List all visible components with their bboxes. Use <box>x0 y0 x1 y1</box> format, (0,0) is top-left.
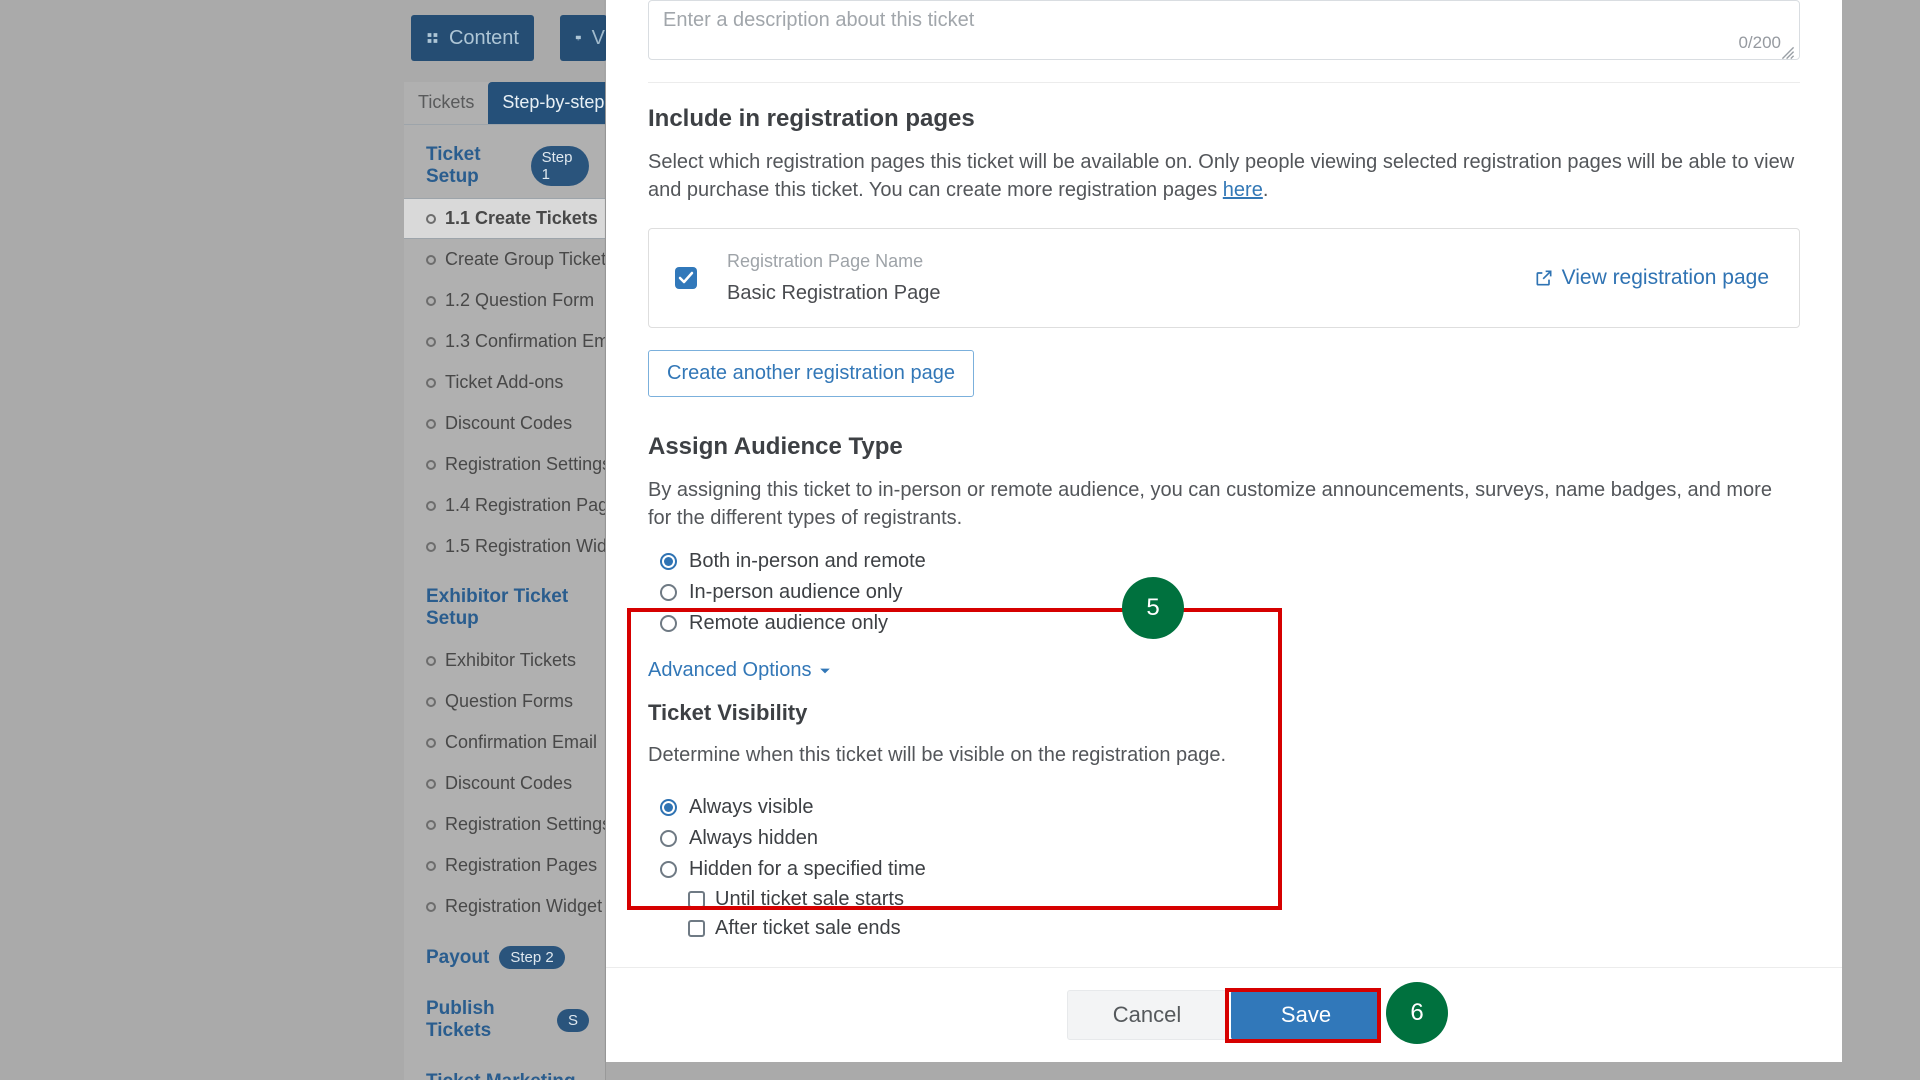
sidebar-item-ex-reg-settings[interactable]: Registration Settings <box>404 804 605 845</box>
sidebar-section-payout: Payout Step 2 <box>404 927 605 979</box>
registration-page-name: Basic Registration Page <box>727 282 1504 305</box>
step-badge-3: S <box>557 1009 589 1032</box>
audience-inperson[interactable]: In-person audience only <box>648 577 1800 608</box>
grid-icon <box>426 28 439 48</box>
include-heading: Include in registration pages <box>648 105 1800 133</box>
registration-page-checkbox[interactable] <box>675 267 697 289</box>
advanced-options-toggle[interactable]: Advanced Options <box>648 639 1800 700</box>
sidebar-section-publish: Publish Tickets S <box>404 979 605 1052</box>
caret-down-icon <box>819 665 831 677</box>
visibility-heading: Ticket Visibility <box>648 700 1800 726</box>
divider <box>648 82 1800 83</box>
sidebar-section-marketing: Ticket Marketing <box>404 1052 605 1080</box>
save-button[interactable]: Save <box>1231 990 1381 1040</box>
sidebar-item-registration-page[interactable]: 1.4 Registration Page <box>404 485 605 526</box>
create-another-registration-page-button[interactable]: Create another registration page <box>648 350 974 397</box>
sidebar-item-question-form[interactable]: 1.2 Question Form <box>404 280 605 321</box>
modal-footer: Cancel Save <box>606 967 1842 1062</box>
sidebar-item-discount-codes[interactable]: Discount Codes <box>404 403 605 444</box>
description-placeholder: Enter a description about this ticket <box>663 9 974 31</box>
assign-audience-description: By assigning this ticket to in-person or… <box>648 477 1774 532</box>
sidebar-item-ex-question-forms[interactable]: Question Forms <box>404 681 605 722</box>
desktop-icon <box>575 28 582 48</box>
assign-audience-heading: Assign Audience Type <box>648 433 1800 461</box>
visibility-hidden-time[interactable]: Hidden for a specified time <box>648 854 1800 885</box>
sidebar-item-exhibitor-tickets[interactable]: Exhibitor Tickets <box>404 640 605 681</box>
sidebar-item-registration-settings[interactable]: Registration Settings <box>404 444 605 485</box>
visibility-after-sale-ends[interactable]: After ticket sale ends <box>648 914 1800 943</box>
sidebar-item-group-tickets[interactable]: Create Group Tickets <box>404 239 605 280</box>
view-registration-page-link[interactable]: View registration page <box>1534 266 1769 290</box>
annotation-number-5: 5 <box>1122 577 1184 639</box>
sidebar-item-ex-discount[interactable]: Discount Codes <box>404 763 605 804</box>
cancel-button[interactable]: Cancel <box>1067 990 1227 1040</box>
annotation-number-6: 6 <box>1386 982 1448 1044</box>
sidebar-item-ex-confirmation[interactable]: Confirmation Email <box>404 722 605 763</box>
sidebar-item-addons[interactable]: Ticket Add-ons <box>404 362 605 403</box>
audience-remote[interactable]: Remote audience only <box>648 608 1800 639</box>
description-counter: 0/200 <box>1738 33 1781 53</box>
ticket-modal: Enter a description about this ticket 0/… <box>606 0 1842 1062</box>
registration-page-card: Registration Page Name Basic Registratio… <box>648 228 1800 328</box>
include-description: Select which registration pages this tic… <box>648 149 1800 204</box>
visibility-until-sale-start[interactable]: Until ticket sale starts <box>648 885 1800 914</box>
visibility-description: Determine when this ticket will be visib… <box>648 742 1800 770</box>
preview-nav-button[interactable]: V <box>560 15 607 61</box>
resize-handle-icon[interactable] <box>1781 43 1795 57</box>
visibility-always-hidden[interactable]: Always hidden <box>648 823 1800 854</box>
audience-radio-group: Both in-person and remote In-person audi… <box>648 546 1800 639</box>
visibility-always-visible[interactable]: Always visible <box>648 792 1800 823</box>
external-link-icon <box>1534 268 1554 288</box>
content-nav-button[interactable]: Content <box>411 15 534 61</box>
sidebar-tab-step-by-step[interactable]: Step-by-step <box>488 82 606 124</box>
sidebar-item-ex-reg-widget[interactable]: Registration Widget <box>404 886 605 927</box>
here-link[interactable]: here <box>1223 179 1263 201</box>
sidebar-item-confirmation-email[interactable]: 1.3 Confirmation Email <box>404 321 605 362</box>
sidebar-item-create-tickets[interactable]: 1.1 Create Tickets <box>404 198 605 239</box>
sidebar-section-ticket-setup: Ticket Setup Step 1 <box>404 125 605 198</box>
step-badge-2: Step 2 <box>499 946 564 969</box>
visibility-radio-group: Always visible Always hidden Hidden for … <box>648 792 1800 943</box>
step-badge-1: Step 1 <box>531 146 589 186</box>
content-nav-label: Content <box>449 27 519 50</box>
sidebar: Tickets Step-by-step Ticket Setup Step 1… <box>404 82 606 1080</box>
sidebar-item-ex-reg-pages[interactable]: Registration Pages <box>404 845 605 886</box>
description-textarea[interactable]: Enter a description about this ticket 0/… <box>648 0 1800 60</box>
audience-both[interactable]: Both in-person and remote <box>648 546 1800 577</box>
sidebar-section-exhibitor: Exhibitor Ticket Setup <box>404 567 605 640</box>
sidebar-tab-tickets[interactable]: Tickets <box>404 82 488 124</box>
sidebar-item-registration-widget[interactable]: 1.5 Registration Widget <box>404 526 605 567</box>
registration-page-label: Registration Page Name <box>727 251 1504 272</box>
